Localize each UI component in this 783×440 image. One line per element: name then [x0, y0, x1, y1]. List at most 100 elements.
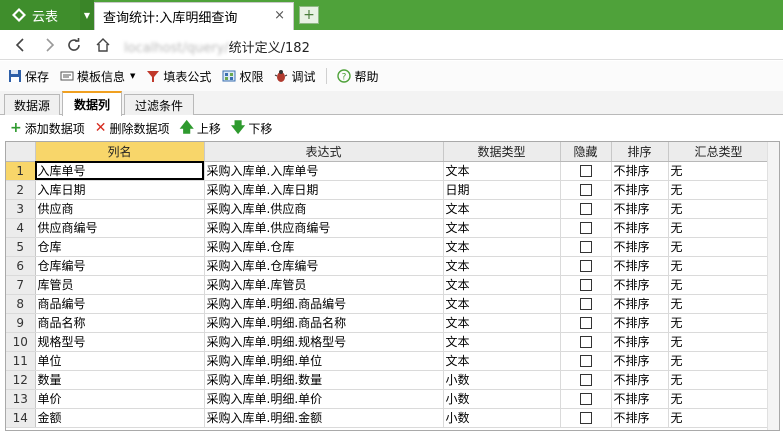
cell-sort[interactable]: 不排序: [611, 218, 669, 238]
tab-data-source[interactable]: 数据源: [4, 94, 60, 115]
column-header-hidden[interactable]: 隐藏: [560, 142, 612, 162]
tab-data-columns[interactable]: 数据列: [62, 91, 122, 116]
cell-expression[interactable]: 采购入库单.库管员: [204, 275, 444, 295]
cell-aggregate[interactable]: 无: [668, 332, 770, 352]
cell-hidden[interactable]: [560, 351, 612, 371]
menu-arrow-icon[interactable]: ▼: [80, 0, 94, 30]
hidden-checkbox[interactable]: [579, 260, 592, 272]
cell-hidden[interactable]: [560, 180, 612, 200]
cell-hidden[interactable]: [560, 161, 612, 181]
table-row[interactable]: 14 金额 采购入库单.明细.金额 小数 不排序无: [6, 408, 770, 428]
cell-sort[interactable]: 不排序: [611, 275, 669, 295]
cell-sort[interactable]: 不排序: [611, 256, 669, 276]
cell-sort[interactable]: 不排序: [611, 180, 669, 200]
cell-expression[interactable]: 采购入库单.明细.规格型号: [204, 332, 444, 352]
cell-data-type[interactable]: 文本: [443, 256, 561, 276]
cell-hidden[interactable]: [560, 389, 612, 409]
hidden-checkbox[interactable]: [579, 355, 592, 367]
hidden-checkbox[interactable]: [579, 317, 592, 329]
delete-item-button[interactable]: ✕ 删除数据项: [95, 120, 170, 137]
table-row[interactable]: 8 商品编号 采购入库单.明细.商品编号 文本 不排序无: [6, 294, 770, 314]
forward-icon[interactable]: [40, 35, 58, 55]
cell-expression[interactable]: 采购入库单.明细.单价: [204, 389, 444, 409]
add-item-button[interactable]: + 添加数据项: [10, 120, 85, 137]
cell-data-type[interactable]: 小数: [443, 389, 561, 409]
hidden-checkbox[interactable]: [579, 279, 592, 291]
cell-hidden[interactable]: [560, 275, 612, 295]
table-row[interactable]: 10 规格型号 采购入库单.明细.规格型号 文本 不排序无: [6, 332, 770, 352]
column-header-data-type[interactable]: 数据类型: [443, 142, 561, 162]
cell-sort[interactable]: 不排序: [611, 237, 669, 257]
hidden-checkbox[interactable]: [579, 165, 592, 177]
back-icon[interactable]: [12, 35, 30, 55]
cell-data-type[interactable]: 文本: [443, 332, 561, 352]
cell-column-name[interactable]: 商品编号: [35, 294, 205, 314]
cell-column-name[interactable]: 规格型号: [35, 332, 205, 352]
table-row[interactable]: 7 库管员 采购入库单.库管员 文本 不排序无: [6, 275, 770, 295]
cell-column-name[interactable]: 金额: [35, 408, 205, 428]
cell-aggregate[interactable]: 无: [668, 256, 770, 276]
permission-button[interactable]: 权限: [222, 68, 263, 85]
cell-aggregate[interactable]: 无: [668, 351, 770, 371]
column-header-name[interactable]: 列名: [35, 142, 205, 162]
cell-hidden[interactable]: [560, 237, 612, 257]
cell-column-name[interactable]: 商品名称: [35, 313, 205, 333]
cell-expression[interactable]: 采购入库单.供应商: [204, 199, 444, 219]
cell-expression[interactable]: 采购入库单.明细.数量: [204, 370, 444, 390]
table-row[interactable]: 11 单位 采购入库单.明细.单位 文本 不排序无: [6, 351, 770, 371]
hidden-checkbox[interactable]: [579, 222, 592, 234]
cell-column-name[interactable]: 供应商编号: [35, 218, 205, 238]
column-header-aggregate[interactable]: 汇总类型: [668, 142, 770, 162]
new-tab-button[interactable]: +: [299, 6, 319, 24]
cell-hidden[interactable]: [560, 370, 612, 390]
tab-close-icon[interactable]: ×: [274, 8, 285, 23]
template-info-button[interactable]: 模板信息 ▼: [60, 68, 135, 85]
column-header-expression[interactable]: 表达式: [204, 142, 444, 162]
cell-expression[interactable]: 采购入库单.仓库: [204, 237, 444, 257]
cell-data-type[interactable]: 文本: [443, 161, 561, 181]
cell-aggregate[interactable]: 无: [668, 180, 770, 200]
cell-sort[interactable]: 不排序: [611, 199, 669, 219]
cell-data-type[interactable]: 文本: [443, 218, 561, 238]
hidden-checkbox[interactable]: [579, 374, 592, 386]
cell-column-name[interactable]: 供应商: [35, 199, 205, 219]
cell-column-name[interactable]: 单价: [35, 389, 205, 409]
table-row[interactable]: 2 入库日期 采购入库单.入库日期 日期 不排序无: [6, 180, 770, 200]
cell-column-name[interactable]: 仓库: [35, 237, 205, 257]
cell-aggregate[interactable]: 无: [668, 294, 770, 314]
cell-data-type[interactable]: 文本: [443, 199, 561, 219]
cell-data-type[interactable]: 文本: [443, 294, 561, 314]
cell-aggregate[interactable]: 无: [668, 370, 770, 390]
cell-aggregate[interactable]: 无: [668, 199, 770, 219]
cell-expression[interactable]: 采购入库单.明细.单位: [204, 351, 444, 371]
app-button[interactable]: 云表: [0, 0, 80, 30]
cell-sort[interactable]: 不排序: [611, 370, 669, 390]
cell-data-type[interactable]: 文本: [443, 351, 561, 371]
vertical-scrollbar[interactable]: [767, 142, 779, 430]
hidden-checkbox[interactable]: [579, 412, 592, 424]
hidden-checkbox[interactable]: [579, 203, 592, 215]
cell-aggregate[interactable]: 无: [668, 389, 770, 409]
table-row[interactable]: 1 入库单号 采购入库单.入库单号 文本 不排序无: [6, 161, 770, 181]
cell-expression[interactable]: 采购入库单.供应商编号: [204, 218, 444, 238]
cell-column-name[interactable]: 库管员: [35, 275, 205, 295]
cell-sort[interactable]: 不排序: [611, 332, 669, 352]
cell-hidden[interactable]: [560, 313, 612, 333]
cell-sort[interactable]: 不排序: [611, 294, 669, 314]
hidden-checkbox[interactable]: [579, 336, 592, 348]
address-field[interactable]: localhost/query/统计定义/182: [124, 37, 310, 56]
table-row[interactable]: 4 供应商编号 采购入库单.供应商编号 文本 不排序无: [6, 218, 770, 238]
cell-aggregate[interactable]: 无: [668, 313, 770, 333]
cell-aggregate[interactable]: 无: [668, 237, 770, 257]
cell-data-type[interactable]: 日期: [443, 180, 561, 200]
cell-sort[interactable]: 不排序: [611, 351, 669, 371]
cell-expression[interactable]: 采购入库单.仓库编号: [204, 256, 444, 276]
tab-query[interactable]: 查询统计:入库明细查询 ×: [94, 2, 294, 30]
cell-aggregate[interactable]: 无: [668, 161, 770, 181]
cell-column-name[interactable]: 入库日期: [35, 180, 205, 200]
cell-expression[interactable]: 采购入库单.明细.金额: [204, 408, 444, 428]
hidden-checkbox[interactable]: [579, 241, 592, 253]
cell-column-name[interactable]: 入库单号: [35, 161, 205, 181]
cell-expression[interactable]: 采购入库单.明细.商品编号: [204, 294, 444, 314]
formula-button[interactable]: 填表公式: [146, 68, 211, 85]
